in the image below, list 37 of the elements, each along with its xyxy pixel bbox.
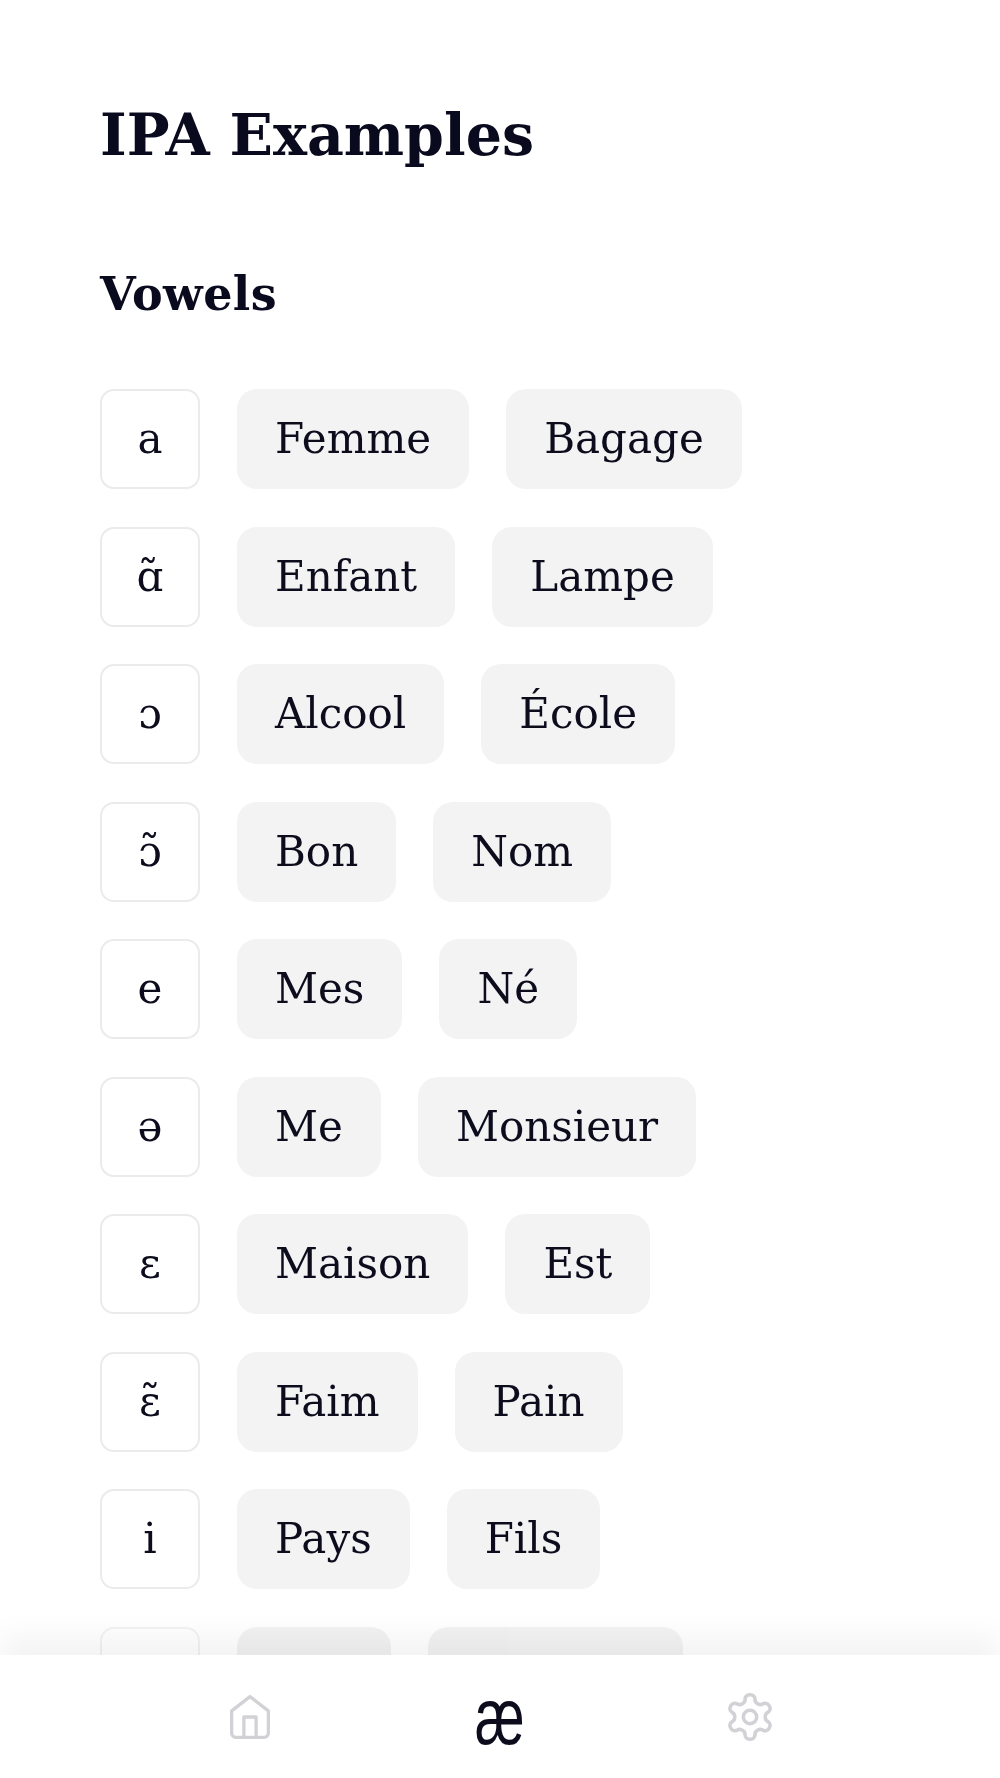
- word-chip[interactable]: Est: [505, 1214, 651, 1314]
- word-chip[interactable]: Pays: [237, 1489, 410, 1589]
- word-chip[interactable]: Nom: [433, 801, 612, 902]
- word-chip[interactable]: Faim: [237, 1351, 418, 1452]
- word-chip[interactable]: Maison: [237, 1214, 469, 1314]
- word-chip[interactable]: Né: [439, 939, 578, 1039]
- symbol-tile[interactable]: ɔ: [100, 664, 200, 764]
- word-chip[interactable]: Enfant: [237, 526, 456, 627]
- settings-icon: [727, 1692, 773, 1741]
- symbol-tile[interactable]: ɑ̃: [100, 526, 200, 627]
- settings-tab[interactable]: [727, 1692, 773, 1741]
- symbol-tile[interactable]: ɔ̃: [100, 801, 200, 902]
- ipa-tab[interactable]: æ: [475, 1686, 525, 1747]
- symbol-tile[interactable]: a: [100, 389, 200, 489]
- word-chip[interactable]: Bagage: [506, 389, 742, 489]
- home-icon: [230, 1694, 270, 1739]
- word-chip[interactable]: [428, 1626, 683, 1655]
- word-chip[interactable]: Me: [237, 1076, 381, 1177]
- symbol-tile[interactable]: i: [100, 1489, 200, 1589]
- symbol-tile[interactable]: ə: [100, 1076, 200, 1177]
- symbol-tile[interactable]: e: [100, 939, 200, 1039]
- word-chip[interactable]: Bon: [237, 801, 397, 902]
- word-chip[interactable]: Pain: [454, 1351, 623, 1452]
- word-chip[interactable]: [237, 1626, 391, 1655]
- word-chip[interactable]: École: [481, 664, 676, 764]
- word-chip[interactable]: Mes: [237, 939, 403, 1039]
- section-heading: Vowels: [100, 268, 278, 320]
- word-chip[interactable]: Alcool: [237, 664, 445, 764]
- symbol-tile[interactable]: ɛ: [100, 1214, 200, 1314]
- word-chip[interactable]: Fils: [446, 1489, 601, 1589]
- page-title: IPA Examples: [100, 103, 534, 167]
- word-chip[interactable]: Femme: [237, 389, 470, 489]
- symbol-tile[interactable]: [100, 1626, 200, 1655]
- symbol-tile[interactable]: ɛ̃: [100, 1351, 200, 1452]
- word-chip[interactable]: Monsieur: [417, 1076, 697, 1177]
- word-chip[interactable]: Lampe: [492, 526, 713, 627]
- home-tab[interactable]: [230, 1694, 270, 1739]
